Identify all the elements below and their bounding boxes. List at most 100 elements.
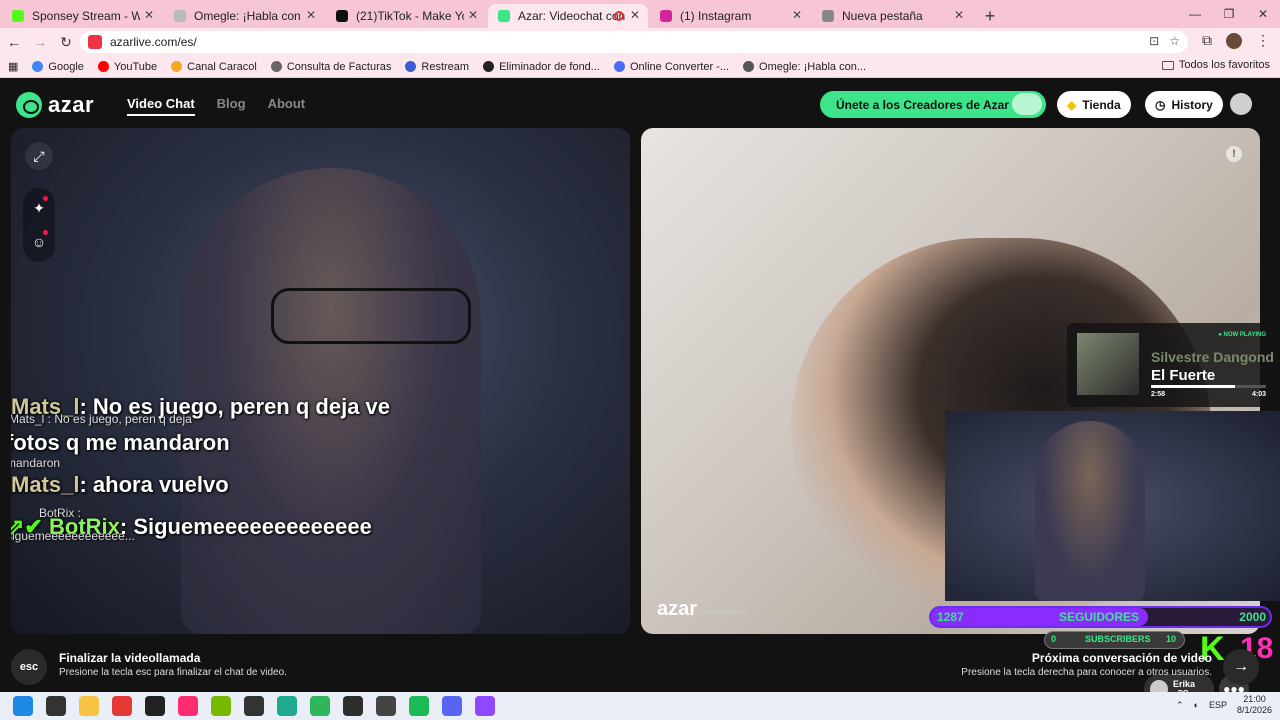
song-title: El Fuerte [1151,367,1216,384]
recording-icon [614,11,624,21]
nav-video-chat[interactable]: Video Chat [127,96,195,116]
chrome-icon[interactable] [112,696,132,716]
bookmark-item[interactable]: Omegle: ¡Habla con... [743,61,866,73]
sparkle-effects-icon[interactable]: ✦ [25,194,53,222]
browser-tab[interactable]: Omegle: ¡Habla con Desconoci ✕ [164,4,324,28]
reload-icon[interactable]: ↻ [54,30,78,54]
clock-time: 21:00 [1243,694,1266,704]
window-controls: — ❐ ✕ [1178,0,1280,28]
tray-chevron-icon[interactable]: ⌃ [1176,700,1184,711]
history-button[interactable]: ◷ History [1145,91,1223,118]
next-arrow-icon[interactable]: → [1223,649,1259,685]
photos-icon[interactable] [310,696,330,716]
windows-taskbar: ⌃ ◐ ESP 21:00 8/1/2026 [0,692,1280,720]
azar-logo-icon [16,92,42,118]
all-favorites-label: Todos los favoritos [1178,59,1270,71]
clock[interactable]: 21:00 8/1/2026 [1237,694,1272,716]
forward-icon[interactable]: → [28,30,52,54]
search-icon[interactable] [46,696,66,716]
bookmark-star-icon[interactable]: ☆ [1169,34,1180,48]
tab-close-icon[interactable]: ✕ [792,8,802,22]
edge-icon[interactable] [277,696,297,716]
language-indicator[interactable]: ESP [1209,700,1227,710]
creators-decoration-icon [1012,93,1042,115]
terminal-icon[interactable] [343,696,363,716]
network-icon[interactable]: ◐ [1194,700,1199,710]
subscriber-count: 0 [1051,634,1057,644]
azar-site: azar Video Chat Blog About Únete a los C… [0,80,1280,704]
clock-date: 8/1/2026 [1236,705,1272,715]
stream-chat-overlay: Mats_l: No es juego, peren q deja ve Mat… [11,384,411,544]
extensions-icon[interactable]: ⧉ [1202,32,1212,49]
face-filter-icon[interactable]: ☺ [25,228,53,256]
obs-icon[interactable] [376,696,396,716]
tab-favicon-icon [498,10,510,22]
twitch-icon[interactable] [475,696,495,716]
song-duration: 4:03 [1251,391,1266,398]
browser-tab[interactable]: (21)TikTok - Make Your Day ✕ [326,4,486,28]
chat-ghost-line: siguemeeeeeeeeeeee... [11,529,135,543]
bookmark-label: Restream [421,60,470,73]
all-favorites-folder[interactable]: Todos los favoritos [1161,59,1270,71]
expand-icon[interactable]: ⤢ [25,142,53,170]
join-creators-button[interactable]: Únete a los Creadores de Azar [820,91,1046,118]
install-icon[interactable]: ⊡ [1149,34,1159,48]
tf-icon[interactable] [244,696,264,716]
tab-close-icon[interactable]: ✕ [468,8,478,22]
tiktok-icon[interactable] [178,696,198,716]
tab-close-icon[interactable]: ✕ [954,8,964,22]
tab-favicon-icon [12,10,24,22]
menu-icon[interactable]: ⋮ [1256,32,1270,49]
chat-ghost-line: Mats_l : No es juego, peren q deja [11,412,192,426]
song-elapsed: 2:58 [1151,391,1166,398]
esc-key-icon[interactable]: esc [11,649,47,685]
tab-close-icon[interactable]: ✕ [144,8,154,22]
next-chat-subtitle: Presione la tecla derecha para conocer a… [961,667,1212,678]
bookmark-item[interactable]: Restream [405,61,469,73]
bookmark-item[interactable]: Canal Caracol [171,61,257,73]
tab-label: (1) Instagram [680,9,752,23]
site-icon [88,35,102,49]
tab-close-icon[interactable]: ✕ [630,8,640,22]
bookmark-label: Google [48,60,84,73]
browser-tab[interactable]: Nueva pestaña ✕ [812,4,972,28]
nav-blog[interactable]: Blog [217,96,246,116]
browser-tab-strip: Sponsey Stream - Watch Live o✕Omegle: ¡H… [0,0,1280,28]
bookmark-icon [483,61,495,72]
subscriber-label: SUBSCRIBERS [1085,634,1151,644]
bookmark-label: Canal Caracol [187,60,257,73]
minimize-icon[interactable]: — [1178,0,1212,28]
bookmark-item[interactable]: Eliminador de fond... [483,61,600,73]
browser-tab[interactable]: Sponsey Stream - Watch Live o ✕ [2,4,162,28]
file-explorer-icon[interactable] [79,696,99,716]
bookmark-item[interactable]: Consulta de Facturas [270,61,391,73]
start-icon[interactable] [13,696,33,716]
report-icon[interactable]: ! [1226,146,1242,162]
browser-tab[interactable]: (1) Instagram ✕ [650,4,810,28]
new-tab-button[interactable]: + [978,4,1002,28]
apps-grid-icon[interactable]: ▦ [8,60,18,73]
bookmark-item[interactable]: Online Converter -... [613,61,729,73]
profile-avatar[interactable] [1226,32,1242,49]
tab-close-icon[interactable]: ✕ [306,8,316,22]
nav-about[interactable]: About [268,96,306,116]
subscriber-goal: 10 [1165,634,1176,644]
call-of-duty-icon[interactable] [145,696,165,716]
tab-favicon-icon [660,10,672,22]
back-icon[interactable]: ← [2,30,26,54]
bookmark-item[interactable]: YouTube [97,61,157,73]
tab-label: Omegle: ¡Habla con Desconoci [194,9,302,23]
store-button[interactable]: ◆ Tienda [1057,91,1131,118]
bookmark-item[interactable]: Google [32,60,84,73]
azar-logo[interactable]: azar [16,92,94,118]
browser-tab[interactable]: Azar: Videochat con gente ✕ [488,4,648,28]
close-window-icon[interactable]: ✕ [1246,0,1280,28]
song-progress-bar [1151,385,1266,388]
nvidia-icon[interactable] [211,696,231,716]
restore-icon[interactable]: ❐ [1212,0,1246,28]
user-account-icon[interactable] [1230,93,1252,115]
address-bar[interactable]: azarlive.com/es/ ⊡ ☆ [80,31,1188,53]
now-playing-widget: ● NOW PLAYING Silvestre Dangond El Fuert… [1067,323,1276,407]
spotify-icon[interactable] [409,696,429,716]
discord-icon[interactable] [442,696,462,716]
